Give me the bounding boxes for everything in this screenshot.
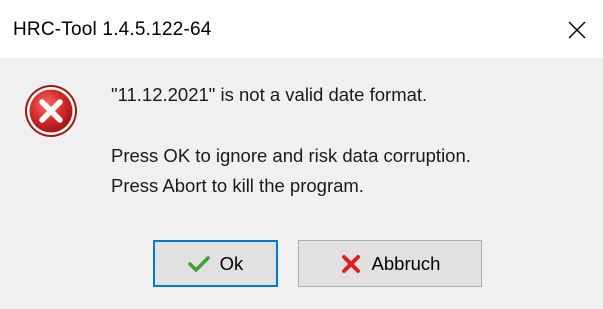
error-message: "11.12.2021" is not a valid date format. (111, 84, 428, 105)
ok-button-label: Ok (219, 252, 244, 274)
close-icon (568, 21, 586, 39)
error-dialog: HRC-Tool 1.4.5.122-64 "11.12.2021" is no… (0, 0, 603, 309)
abort-button[interactable]: Abbruch (298, 240, 482, 287)
error-icon (25, 85, 77, 137)
title-bar[interactable]: HRC-Tool 1.4.5.122-64 (0, 0, 603, 58)
instruction-ok: Press OK to ignore and risk data corrupt… (111, 145, 471, 166)
instruction-abort: Press Abort to kill the program. (111, 175, 364, 196)
ok-button[interactable]: Ok (153, 240, 278, 287)
close-button[interactable] (557, 10, 597, 50)
window-title: HRC-Tool 1.4.5.122-64 (13, 19, 212, 40)
abort-button-label: Abbruch (371, 252, 441, 274)
x-icon (340, 253, 362, 275)
dialog-body: "11.12.2021" is not a valid date format.… (0, 58, 603, 308)
check-icon (187, 253, 210, 275)
